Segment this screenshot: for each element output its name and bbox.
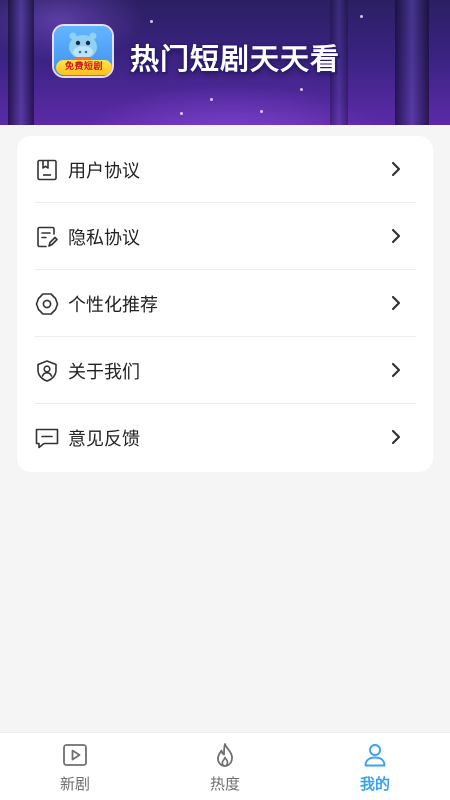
- sparkle: [360, 15, 363, 18]
- flame-icon: [217, 743, 233, 767]
- banner-pillar-right: [395, 0, 429, 125]
- chevron-right-icon: [391, 295, 401, 311]
- settings-menu-card: 用户协议 隐私协议 个性化推荐 关于我们 意见反馈: [17, 136, 433, 472]
- sparkle: [260, 110, 263, 113]
- message-icon: [34, 425, 60, 451]
- menu-item-user-agreement[interactable]: 用户协议: [34, 136, 433, 203]
- app-logo: 免费短剧: [54, 26, 112, 76]
- menu-item-feedback[interactable]: 意见反馈: [34, 404, 433, 471]
- tab-mine[interactable]: 我的: [300, 733, 450, 800]
- sparkle: [180, 112, 183, 115]
- chevron-right-icon: [391, 161, 401, 177]
- chevron-right-icon: [391, 429, 401, 445]
- tab-label: 热度: [209, 775, 240, 793]
- menu-item-privacy-policy[interactable]: 隐私协议: [34, 203, 433, 270]
- gear-icon: [34, 291, 60, 317]
- menu-item-label: 用户协议: [68, 160, 140, 182]
- menu-item-label: 个性化推荐: [68, 294, 158, 316]
- header-banner: 免费短剧 热门短剧天天看: [0, 0, 450, 125]
- hippo-mascot-icon: [69, 32, 97, 62]
- tab-trending[interactable]: 热度: [150, 733, 300, 800]
- menu-item-label: 关于我们: [68, 361, 140, 383]
- user-icon: [364, 744, 386, 767]
- menu-item-label: 意见反馈: [68, 428, 140, 450]
- menu-item-personalized-recommendation[interactable]: 个性化推荐: [34, 270, 433, 337]
- tab-label: 我的: [359, 775, 390, 793]
- sparkle: [150, 20, 153, 23]
- app-logo-badge: 免费短剧: [56, 60, 112, 75]
- chevron-right-icon: [391, 228, 401, 244]
- sparkle: [210, 98, 213, 101]
- edit-document-icon: [34, 224, 60, 250]
- sparkle: [300, 88, 303, 91]
- tab-label: 新剧: [59, 775, 90, 793]
- document-icon: [34, 157, 60, 183]
- shield-user-icon: [34, 358, 60, 384]
- menu-item-label: 隐私协议: [68, 227, 140, 249]
- banner-title: 热门短剧天天看: [130, 42, 341, 76]
- chevron-right-icon: [391, 362, 401, 378]
- banner-pillar-left: [8, 0, 34, 125]
- bottom-tab-bar: 新剧 热度 我的: [0, 732, 450, 800]
- menu-item-about-us[interactable]: 关于我们: [34, 337, 433, 404]
- video-play-icon: [63, 744, 87, 766]
- tab-new-dramas[interactable]: 新剧: [0, 733, 150, 800]
